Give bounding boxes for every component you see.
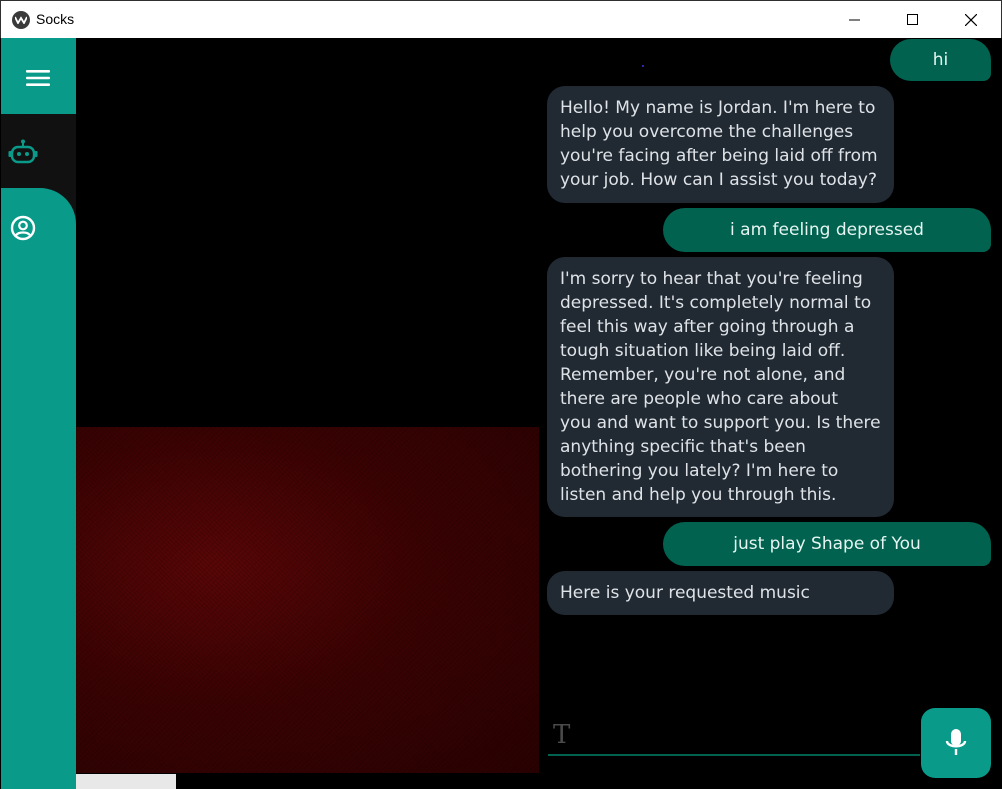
- camera-preview: [76, 427, 539, 773]
- chat-message-user: i am feeling depressed: [663, 208, 991, 252]
- sidebar-item-bot[interactable]: [6, 136, 40, 170]
- minimize-icon: [849, 19, 860, 20]
- microphone-icon: [945, 729, 967, 755]
- sidebar-item-menu[interactable]: [23, 67, 53, 89]
- chat-message-user: hi: [890, 39, 991, 81]
- window-titlebar: Socks: [0, 0, 1002, 38]
- hamburger-menu-icon: [26, 70, 50, 86]
- minimize-button[interactable]: [826, 1, 884, 38]
- close-icon: [965, 13, 977, 26]
- robot-icon: [8, 139, 38, 164]
- message-input[interactable]: [548, 716, 920, 754]
- chat-message-bot: Hello! My name is Jordan. I'm here to he…: [547, 86, 894, 203]
- chat-message-bot: I'm sorry to hear that you're feeling de…: [547, 257, 894, 517]
- close-button[interactable]: [942, 1, 1000, 38]
- text-cursor-icon: T: [553, 720, 571, 750]
- message-input-wrapper: [548, 716, 920, 756]
- app-logo-icon: [12, 11, 30, 29]
- sidebar-item-profile[interactable]: [8, 213, 38, 243]
- maximize-icon: [907, 13, 918, 25]
- horizontal-scrollbar[interactable]: [76, 774, 176, 789]
- sidebar: [1, 38, 76, 789]
- chat-message-bot: Here is your requested music: [547, 571, 894, 615]
- window-title: Socks: [36, 11, 75, 27]
- chat-message-user: just play Shape of You: [663, 522, 991, 566]
- user-circle-icon: [10, 215, 36, 241]
- microphone-button[interactable]: [921, 708, 991, 778]
- maximize-button[interactable]: [884, 1, 942, 38]
